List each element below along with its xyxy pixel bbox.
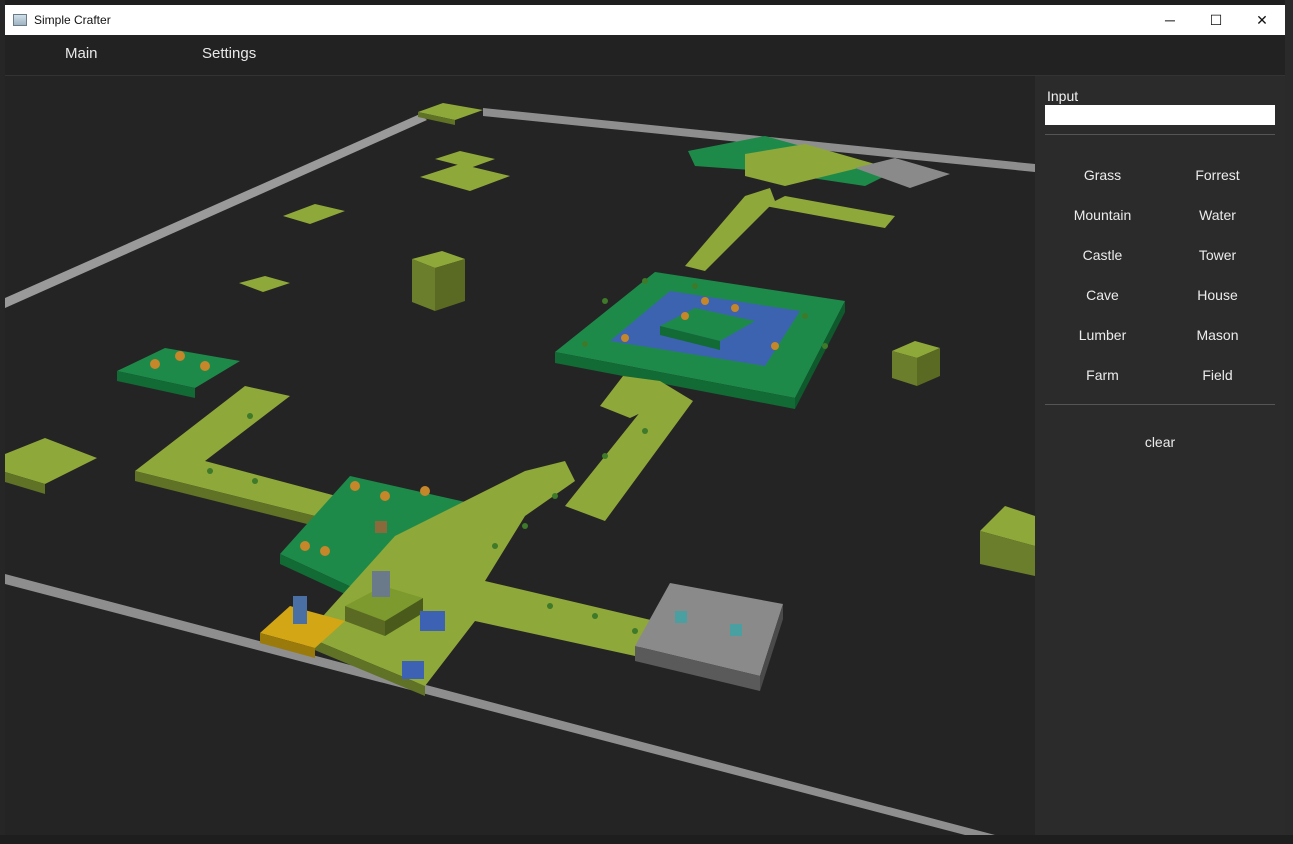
app-icon xyxy=(13,14,27,26)
title-bar[interactable]: Simple Crafter ─ ☐ ✕ xyxy=(5,5,1285,35)
input-field[interactable] xyxy=(1045,105,1275,125)
menu-main[interactable]: Main xyxy=(65,35,98,75)
grass-path xyxy=(565,401,693,521)
forrest-button[interactable]: Forrest xyxy=(1160,159,1275,191)
divider xyxy=(1045,404,1275,405)
input-label: Input xyxy=(1047,88,1079,104)
minimize-button[interactable]: ─ xyxy=(1147,5,1193,35)
grass-button[interactable]: Grass xyxy=(1045,159,1160,191)
window-controls: ─ ☐ ✕ xyxy=(1147,5,1285,35)
mason-button[interactable]: Mason xyxy=(1160,319,1275,351)
cave-button[interactable]: Cave xyxy=(1045,279,1160,311)
window-title: Simple Crafter xyxy=(34,13,111,27)
board-rail-left xyxy=(5,114,427,308)
house-building xyxy=(420,611,445,631)
tower-building xyxy=(293,596,307,624)
water-button[interactable]: Water xyxy=(1160,199,1275,231)
grass-tile xyxy=(239,276,290,292)
mason-building xyxy=(730,624,742,636)
grass-pillar-side xyxy=(412,259,435,311)
clear-button[interactable]: clear xyxy=(1035,426,1285,458)
grass-tile xyxy=(283,204,345,224)
close-button[interactable]: ✕ xyxy=(1239,5,1285,35)
grass-tile xyxy=(420,164,510,191)
background-bottom-strip xyxy=(0,835,1293,844)
mason-building xyxy=(675,611,687,623)
lumber-building xyxy=(375,521,387,533)
grass-path xyxy=(765,196,895,228)
menu-bar: Main Settings xyxy=(5,35,1285,76)
tile-panel: Input Grass Forrest Mountain Water Castl… xyxy=(1035,76,1285,835)
grass-pillar-side xyxy=(435,259,465,311)
map-viewport[interactable] xyxy=(5,76,1035,835)
farm-button[interactable]: Farm xyxy=(1045,359,1160,391)
map-scene xyxy=(5,103,1035,835)
menu-settings[interactable]: Settings xyxy=(202,35,256,75)
maximize-button[interactable]: ☐ xyxy=(1193,5,1239,35)
grass-tile xyxy=(435,151,495,168)
lumber-button[interactable]: Lumber xyxy=(1045,319,1160,351)
background-right-strip xyxy=(1285,0,1293,844)
mountain-button[interactable]: Mountain xyxy=(1045,199,1160,231)
house-building xyxy=(402,661,424,679)
house-button[interactable]: House xyxy=(1160,279,1275,311)
divider xyxy=(1045,134,1275,135)
castle-button[interactable]: Castle xyxy=(1045,239,1160,271)
field-button[interactable]: Field xyxy=(1160,359,1275,391)
tower-button[interactable]: Tower xyxy=(1160,239,1275,271)
grass-path xyxy=(685,188,775,271)
castle-building xyxy=(372,571,390,597)
app-window: Simple Crafter ─ ☐ ✕ Main Settings Input… xyxy=(5,5,1285,835)
